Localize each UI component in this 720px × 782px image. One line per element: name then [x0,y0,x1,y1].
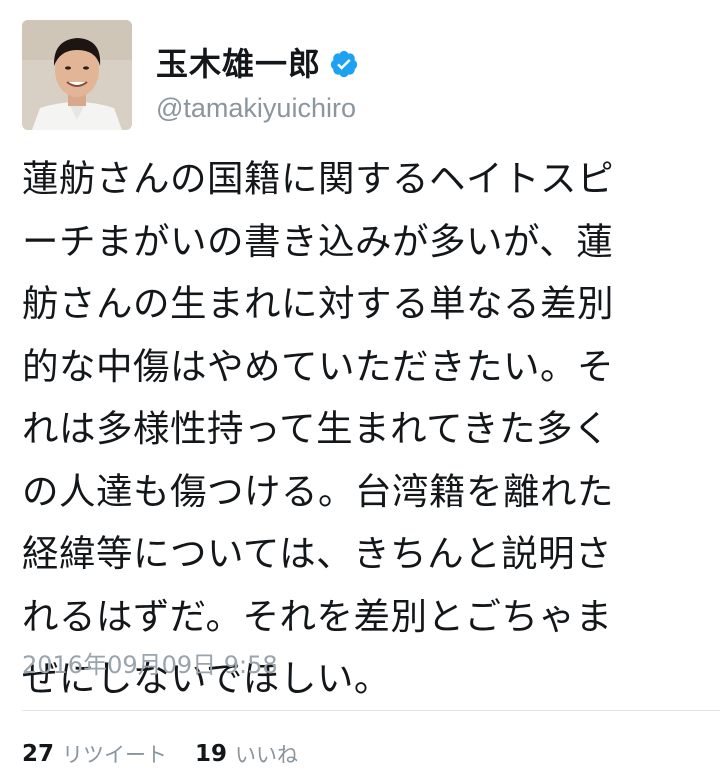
tweet-timestamp[interactable]: 2016年09月09日 9:58 [22,648,278,682]
tweet-text-line: れは多様性持って生まれてきた多く [22,407,610,450]
user-handle[interactable]: @tamakiyuichiro [156,90,356,126]
tweet-text-line: れるはずだ。それを差別とごちゃま [22,594,613,638]
tweet-header: 玉木雄一郎 @tamakiyuichiro [22,20,702,132]
retweet-label[interactable]: リツイート [62,739,167,769]
verified-badge-icon [329,49,359,79]
tweet-text-line: 経緯等については、きちんと説明さ [22,532,613,575]
divider [22,710,720,711]
retweet-count[interactable]: 27 [22,741,54,767]
tweet-text-line: ーチまがいの書き込みが多いが、蓮 [22,219,614,263]
avatar[interactable] [22,20,132,130]
profile-photo [22,20,132,130]
like-count[interactable]: 19 [195,741,227,767]
tweet-text-line: 舫さんの生まれに対する単なる差別 [22,282,614,325]
tweet-text-line: 的な中傷はやめていただきたい。そ [22,344,614,388]
tweet-text: 蓮舫さんの国籍に関するヘイトスピ ーチまがいの書き込みが多いが、蓮 舫さんの生ま… [22,148,702,711]
tweet-text-line: 蓮舫さんの国籍に関するヘイトスピ [22,157,614,200]
like-label[interactable]: いいね [235,739,298,769]
tweet-card: 玉木雄一郎 @tamakiyuichiro 蓮舫さんの国籍に関するヘイトスピ ー… [0,0,720,782]
name-row: 玉木雄一郎 [156,42,359,86]
display-name[interactable]: 玉木雄一郎 [156,42,321,86]
tweet-stats: 27 リツイート 19 いいね [22,736,298,772]
tweet-text-line: の人達も傷つける。台湾籍を離れた [22,469,614,513]
